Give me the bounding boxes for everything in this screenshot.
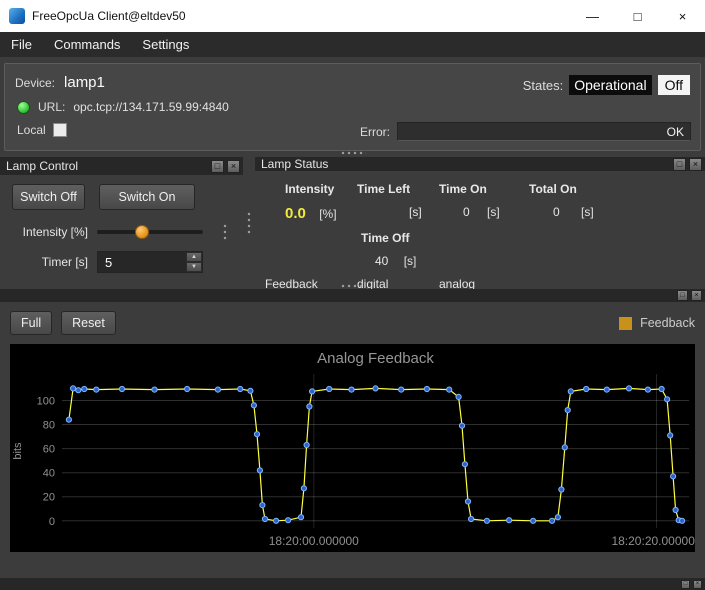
chart-legend[interactable]: Feedback (619, 316, 695, 330)
intensity-cell: 0.0 [%] (265, 205, 357, 222)
device-panel: Device: lamp1 States: Operational Off UR… (4, 63, 701, 151)
minimize-button[interactable]: — (570, 0, 615, 32)
timer-label: Timer [s] (12, 255, 88, 269)
lamp-status-grid: Intensity Time Left Time On Total On 0.0… (255, 171, 705, 291)
timer-value[interactable]: 5 (98, 252, 186, 272)
app-window: FreeOpcUa Client@eltdev50 — □ × File Com… (0, 0, 705, 590)
svg-text:40: 40 (43, 468, 55, 480)
splitter-dots (340, 284, 366, 288)
lamp-control-titlebar[interactable]: Lamp Control □ × (0, 157, 243, 175)
time-left-unit: [s] (357, 205, 439, 222)
error-status: OK (667, 125, 684, 139)
lamp-control-content: Switch Off Switch On Intensity [%] Timer… (0, 175, 243, 289)
svg-text:80: 80 (43, 420, 55, 432)
toolbar-handle-dots[interactable] (223, 223, 227, 241)
lamp-status-float-icon[interactable]: □ (673, 158, 686, 171)
svg-text:18:20:20.000000: 18:20:20.000000 (611, 534, 695, 548)
svg-text:18:20:00.000000: 18:20:00.000000 (269, 534, 359, 548)
lamp-status-close-icon[interactable]: × (689, 158, 702, 171)
analog-feedback-chart[interactable]: 0 20 40 60 80 100 18:20:00.000000 18:20:20.0000… (10, 344, 695, 552)
time-off-label: Time Off (357, 231, 439, 245)
lamp-control-dock: Lamp Control □ × Switch Off Switch On In… (0, 157, 243, 289)
chart-toolbar: Full Reset Feedback (10, 311, 695, 335)
url-value: opc.tcp://134.171.59.99:4840 (73, 100, 228, 114)
total-on-unit: [s] (581, 205, 594, 219)
bottom-dock-close-icon[interactable]: × (693, 580, 702, 589)
dock-row: Lamp Control □ × Switch Off Switch On In… (0, 157, 705, 289)
col-total-on: Total On (529, 182, 629, 196)
splitter-dots (247, 211, 251, 235)
intensity-slider[interactable] (97, 222, 203, 242)
svg-text:60: 60 (43, 444, 55, 456)
device-label: Device: (15, 76, 55, 90)
lamp-status-dock: Lamp Status □ × Intensity Time Left Time… (255, 157, 705, 289)
col-time-on: Time On (439, 182, 529, 196)
legend-label: Feedback (640, 316, 695, 330)
spin-up-icon[interactable]: ▲ (186, 252, 202, 262)
lamp-control-float-icon[interactable]: □ (211, 160, 224, 173)
bottom-dock-float-icon[interactable]: □ (681, 580, 690, 589)
window-title: FreeOpcUa Client@eltdev50 (32, 9, 570, 23)
time-off-unit: [s] (404, 254, 417, 268)
chart-dock-close-icon[interactable]: × (691, 290, 702, 301)
col-intensity: Intensity (265, 182, 357, 196)
svg-text:Analog Feedback: Analog Feedback (317, 350, 434, 367)
total-on-cell: 0 [s] (529, 205, 629, 222)
local-checkbox[interactable] (53, 123, 67, 137)
svg-text:100: 100 (37, 396, 55, 408)
chart-dock-titlebar[interactable]: □ × (0, 289, 705, 302)
col-time-left: Time Left (357, 182, 439, 196)
lamp-status-titlebar[interactable]: Lamp Status □ × (255, 157, 705, 171)
reset-button[interactable]: Reset (61, 311, 116, 335)
intensity-label: Intensity [%] (12, 225, 88, 239)
device-name: lamp1 (64, 74, 105, 91)
legend-swatch-icon (619, 317, 632, 330)
titlebar[interactable]: FreeOpcUa Client@eltdev50 — □ × (0, 0, 705, 32)
svg-text:0: 0 (49, 516, 55, 528)
intensity-unit: [%] (319, 207, 336, 221)
app-icon (9, 8, 25, 24)
svg-text:bits: bits (12, 442, 24, 460)
chart-dock: □ × Full Reset Feedback 0 20 40 60 80 100 18:2… (0, 289, 705, 578)
time-on-value: 0 (439, 205, 470, 219)
spin-down-icon[interactable]: ▼ (186, 262, 202, 272)
bottom-dock-strip[interactable]: □ × (0, 578, 705, 590)
slider-handle[interactable] (135, 225, 149, 239)
url-label: URL: (38, 100, 65, 114)
slider-track[interactable] (97, 230, 203, 234)
menu-file[interactable]: File (0, 32, 43, 57)
chart-dock-float-icon[interactable]: □ (677, 290, 688, 301)
lamp-control-close-icon[interactable]: × (227, 160, 240, 173)
horizontal-splitter-top[interactable] (0, 150, 705, 156)
intensity-value: 0.0 (285, 205, 306, 222)
vertical-splitter[interactable] (243, 157, 255, 289)
switch-off-button[interactable]: Switch Off (12, 184, 85, 210)
splitter-dots (340, 151, 366, 155)
menu-commands[interactable]: Commands (43, 32, 131, 57)
state-operational-badge: Operational (569, 75, 651, 95)
maximize-button[interactable]: □ (615, 0, 660, 32)
time-off-cell: 40 [s] (357, 254, 439, 268)
lamp-status-title: Lamp Status (261, 157, 670, 171)
time-on-cell: 0 [s] (439, 205, 529, 222)
connection-led-icon (17, 101, 30, 114)
time-on-unit: [s] (487, 205, 500, 219)
timer-spinbox[interactable]: 5 ▲ ▼ (97, 251, 203, 273)
switch-on-button[interactable]: Switch On (99, 184, 195, 210)
menubar: File Commands Settings (0, 32, 705, 57)
states-label: States: (523, 78, 563, 93)
time-off-value: 40 (357, 254, 388, 268)
state-off-badge: Off (658, 75, 690, 95)
close-button[interactable]: × (660, 0, 705, 32)
error-label: Error: (360, 125, 390, 139)
error-field[interactable]: OK (397, 122, 691, 141)
full-button[interactable]: Full (10, 311, 52, 335)
total-on-value: 0 (529, 205, 560, 219)
svg-text:20: 20 (43, 492, 55, 504)
lamp-control-title: Lamp Control (6, 159, 208, 173)
menu-settings[interactable]: Settings (131, 32, 200, 57)
local-label: Local (17, 123, 46, 137)
chart-area: 0 20 40 60 80 100 18:20:00.000000 18:20:20.0000… (10, 344, 695, 552)
